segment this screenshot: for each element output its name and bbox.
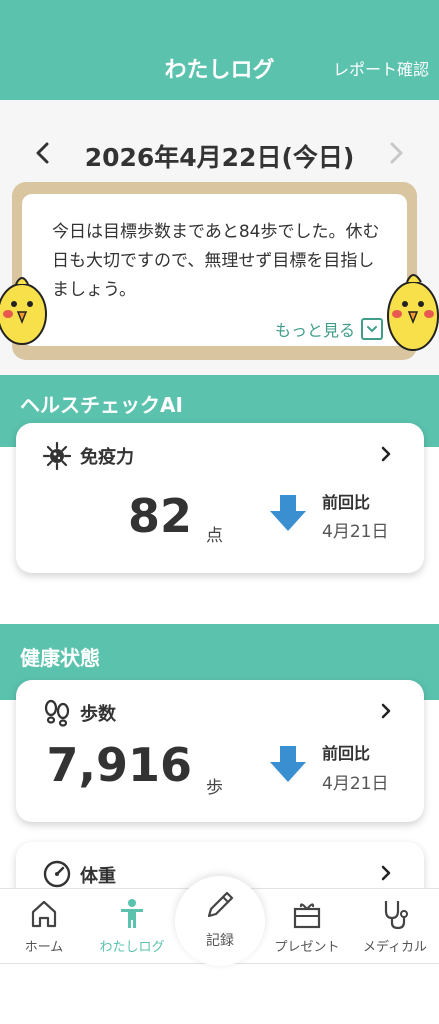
pencil-icon: [207, 891, 234, 918]
nav-home-label: ホーム: [24, 940, 64, 955]
steps-card[interactable]: 歩数 7,916 歩 前回比 4月21日: [16, 680, 424, 822]
record-button[interactable]: 記録: [175, 876, 265, 966]
report-link[interactable]: レポート確認: [333, 56, 429, 80]
message-bubble: 今日は目標歩数まであと84歩でした。休む日も大切ですので、無理せず目標を目指しま…: [22, 194, 407, 346]
chevron-right-icon: [381, 703, 391, 719]
nav-medical-label: メディカル: [362, 940, 428, 955]
arrow-down-icon: [270, 746, 306, 782]
nav-log-label: わたしログ: [99, 940, 165, 955]
immunity-title: 免疫力: [80, 447, 134, 468]
app-header: わたしログ レポート確認: [0, 0, 439, 100]
mascot-chick-right: [387, 274, 439, 351]
current-date: 2026年4月22日(今日): [84, 143, 355, 172]
message-text: 今日は目標歩数まであと84歩でした。休む日も大切ですので、無理せず目標を目指しま…: [52, 222, 380, 300]
immunity-score: 82: [127, 489, 192, 543]
health-status-section-title: 健康状態: [20, 646, 100, 670]
nav-home[interactable]: ホーム: [0, 889, 88, 965]
gift-icon: [293, 903, 321, 929]
footprints-icon: [44, 699, 70, 727]
virus-icon: [42, 441, 72, 471]
nav-log[interactable]: わたしログ: [88, 889, 176, 965]
steps-title: 歩数: [80, 704, 116, 725]
chevron-down-icon: [361, 318, 383, 340]
stethoscope-icon: [384, 901, 408, 930]
steps-compare-date: 4月21日: [322, 774, 389, 794]
nav-present[interactable]: プレゼント: [263, 889, 351, 965]
home-icon: [31, 900, 57, 928]
steps-count: 7,916: [46, 738, 192, 792]
chevron-right-icon: [381, 865, 391, 881]
gauge-icon: [43, 860, 71, 888]
nav-medical[interactable]: メディカル: [351, 889, 439, 965]
steps-compare-label: 前回比: [322, 744, 371, 763]
record-label: 記録: [206, 933, 234, 949]
immunity-unit: 点: [206, 526, 223, 546]
nav-present-label: プレゼント: [274, 940, 340, 955]
message-board-area: 今日は目標歩数まであと84歩でした。休む日も大切ですので、無理せず目標を目指しま…: [0, 170, 439, 375]
person-icon: [121, 899, 143, 928]
immunity-card[interactable]: 免疫力 82 点 前回比 4月21日: [16, 423, 424, 573]
show-more-button[interactable]: もっと見る: [275, 317, 383, 341]
health-ai-section-title: ヘルスチェックAI: [20, 393, 183, 417]
chevron-right-icon: [381, 446, 391, 462]
weight-title: 体重: [80, 866, 116, 887]
message-board: 今日は目標歩数まであと84歩でした。休む日も大切ですので、無理せず目標を目指しま…: [12, 182, 417, 360]
steps-unit: 歩: [206, 778, 223, 798]
mascot-chick-left: [0, 277, 47, 345]
immunity-compare-date: 4月21日: [322, 522, 389, 542]
arrow-down-icon: [270, 495, 306, 531]
immunity-compare-label: 前回比: [322, 493, 371, 512]
chevron-right-icon: [390, 142, 403, 164]
show-more-label: もっと見る: [274, 321, 355, 340]
